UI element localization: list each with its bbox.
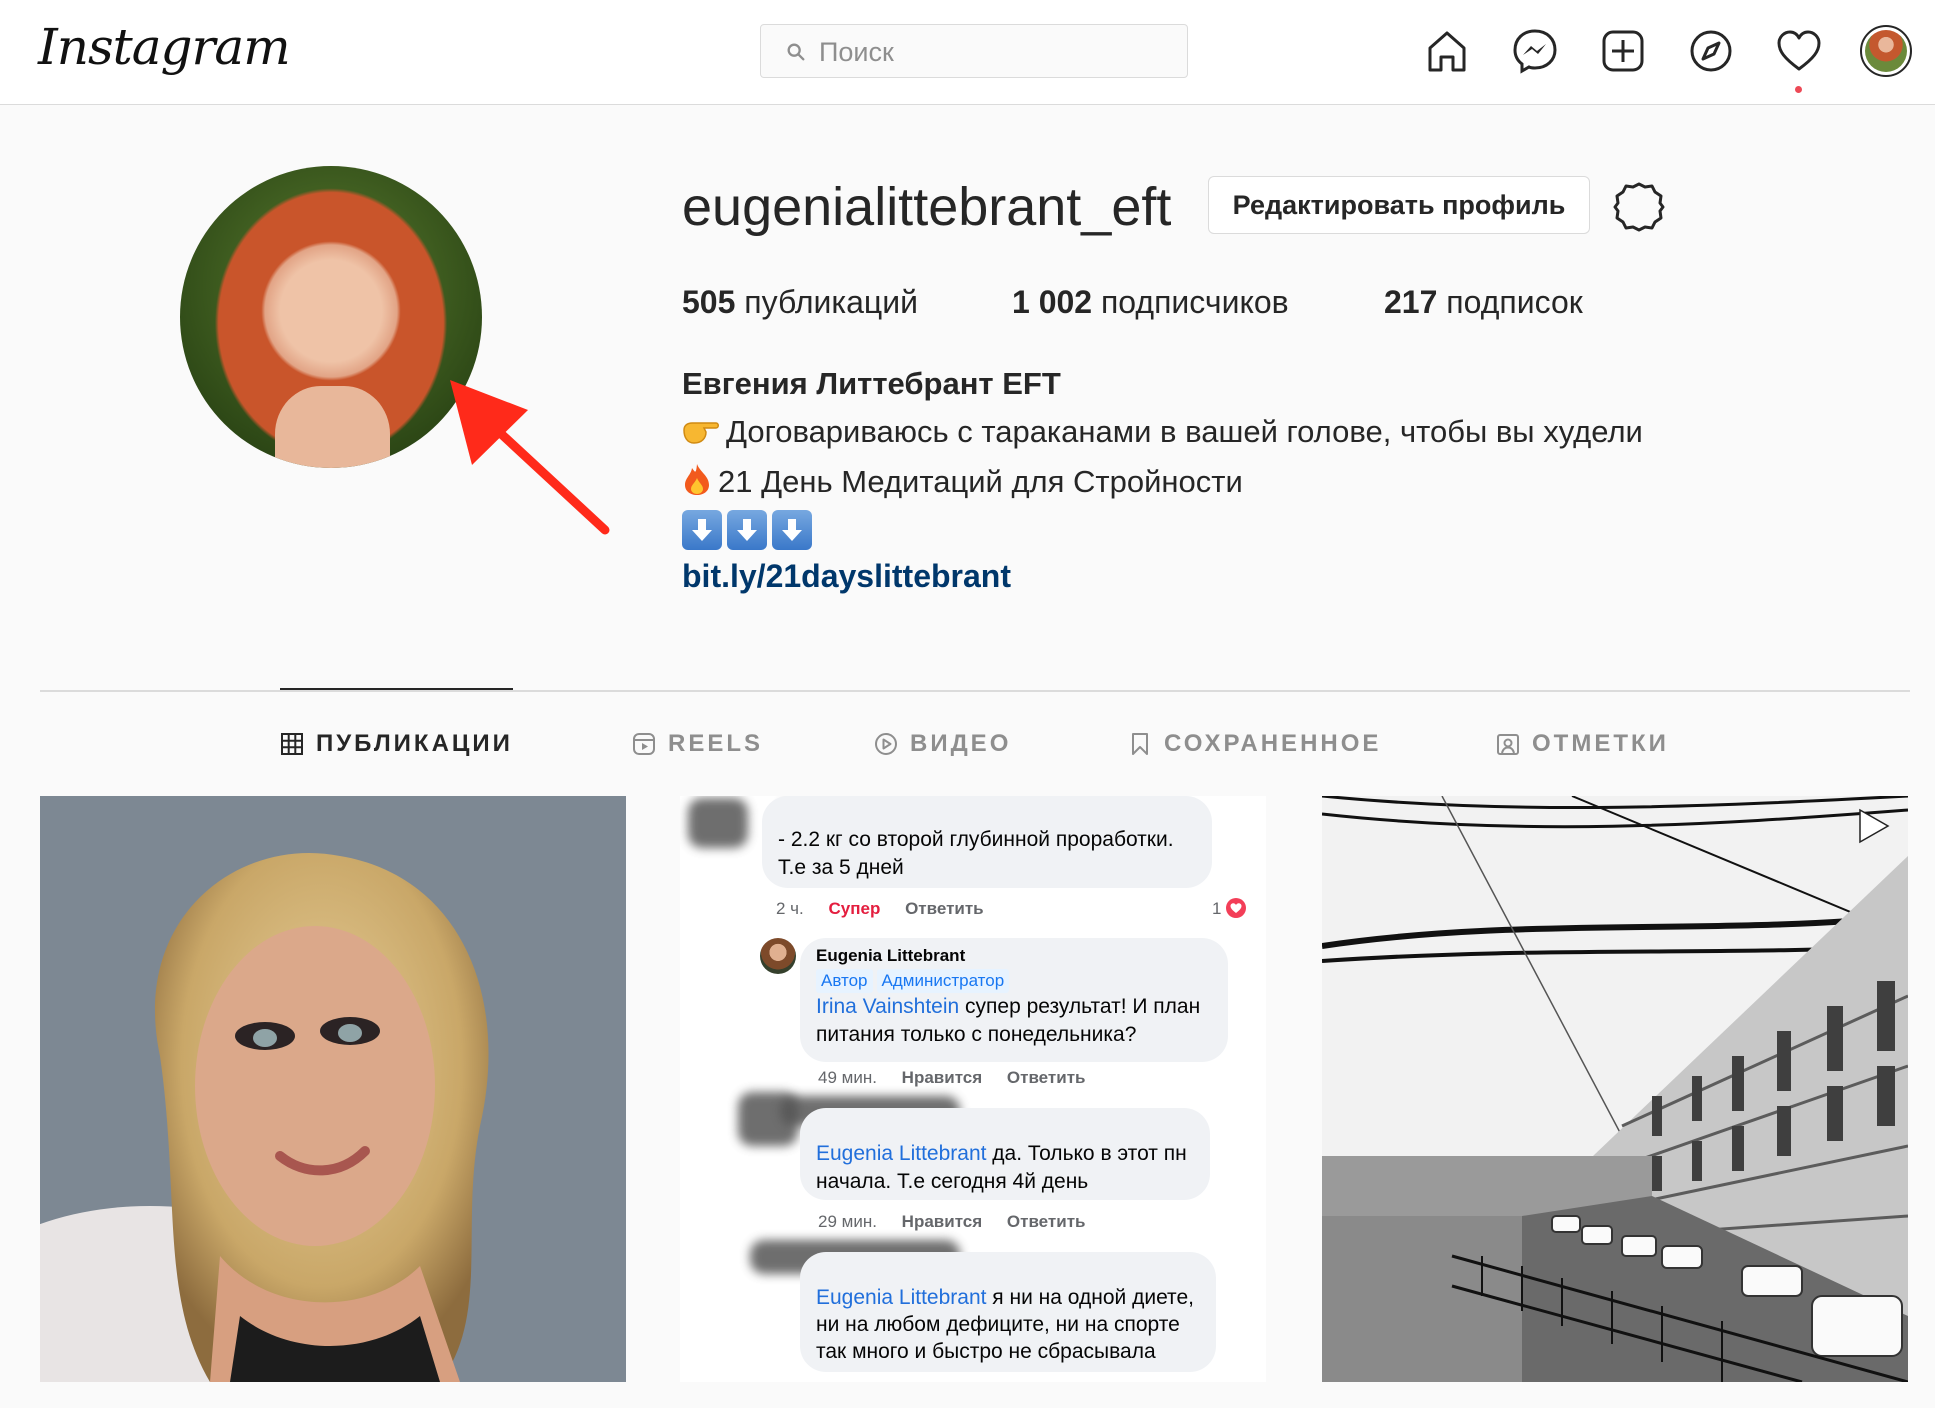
comment-2-time: 49 мин. [818, 1068, 877, 1087]
bio-text-2: 21 День Медитаций для Стройности [718, 464, 1243, 499]
tab-label: REELS [668, 730, 764, 757]
portrait-photo [40, 796, 626, 1382]
post-thumbnail-3[interactable] [1322, 796, 1908, 1382]
activity-heart-icon[interactable] [1774, 26, 1824, 76]
comment-3-time: 29 мин. [818, 1212, 877, 1231]
followers-stat[interactable]: 1 002 подписчиков [1012, 284, 1289, 321]
notification-dot [1795, 86, 1802, 93]
tab-label: ПУБЛИКАЦИИ [316, 730, 513, 757]
comment-2-like[interactable]: Нравится [902, 1068, 983, 1087]
followers-count: 1 002 [1012, 284, 1093, 320]
comment-4-mention[interactable]: Eugenia Littebrant [816, 1286, 986, 1309]
new-post-icon[interactable] [1598, 26, 1648, 76]
messenger-icon[interactable] [1510, 26, 1560, 76]
tab-tagged[interactable]: ОТМЕТКИ [1496, 726, 1669, 762]
following-stat[interactable]: 217 подписок [1384, 284, 1583, 321]
search-box[interactable] [760, 24, 1188, 78]
following-count: 217 [1384, 284, 1438, 320]
grid-icon [281, 733, 303, 755]
comment-2-reply[interactable]: Ответить [1007, 1068, 1086, 1087]
down-arrow-icon [682, 510, 722, 550]
comment-3-reply[interactable]: Ответить [1007, 1212, 1086, 1231]
comment-3-like[interactable]: Нравится [902, 1212, 983, 1231]
comment-3: Eugenia Littebrant да. Только в этот пн … [800, 1108, 1210, 1200]
profile-avatar-nav[interactable] [1860, 25, 1912, 77]
tab-label: ВИДЕО [910, 730, 1012, 757]
bio-text-1: Договариваюсь с тараканами в вашей голов… [726, 414, 1643, 449]
tab-saved[interactable]: СОХРАНЕННОЕ [1128, 726, 1381, 762]
admin-badge: Администратор [876, 969, 1010, 993]
comment-1: - 2.2 кг со второй глубинной проработки.… [762, 796, 1212, 888]
comment-1-likes: 1 [1212, 897, 1247, 919]
tab-label: ОТМЕТКИ [1532, 730, 1669, 757]
post-thumbnail-1[interactable] [40, 796, 626, 1382]
bio-line-2: 21 День Медитаций для Стройности [682, 462, 1243, 500]
posts-label: публикаций [744, 284, 918, 320]
comment-3-mention[interactable]: Eugenia Littebrant [816, 1142, 986, 1165]
tab-reels[interactable]: REELS [632, 726, 763, 762]
street-photo [1322, 796, 1908, 1382]
comment-4: Eugenia Littebrant я ни на одной диете, … [800, 1252, 1216, 1372]
comment-1-reaction[interactable]: Супер [829, 899, 881, 918]
reels-icon [633, 733, 655, 755]
active-tab-indicator [280, 688, 513, 690]
tagged-icon [1497, 734, 1519, 755]
comment-2-meta: 49 мин. Нравится Ответить [818, 1068, 1105, 1088]
bookmark-icon [1132, 733, 1148, 755]
search-input[interactable] [817, 33, 1171, 71]
redacted-avatar [688, 798, 748, 848]
comment-1-time: 2 ч. [776, 899, 804, 918]
tab-label: СОХРАНЕННОЕ [1164, 730, 1382, 757]
posts-count: 505 [682, 284, 736, 320]
search-icon [787, 43, 805, 61]
comment-1-text: - 2.2 кг со второй глубинной проработки.… [778, 828, 1174, 879]
followers-label: подписчиков [1100, 284, 1289, 320]
fire-icon [685, 464, 709, 495]
home-icon[interactable] [1422, 26, 1472, 76]
profile-username: eugenialittebrant_eft [682, 177, 1172, 237]
explore-icon[interactable] [1686, 26, 1736, 76]
settings-gear-icon[interactable] [1612, 180, 1666, 234]
video-icon [875, 733, 897, 755]
profile-website-link[interactable]: bit.ly/21dayslittebrant [682, 558, 1011, 595]
tab-posts[interactable]: ПУБЛИКАЦИИ [280, 726, 513, 762]
down-arrow-icon [772, 510, 812, 550]
comment-3-meta: 29 мин. Нравится Ответить [818, 1212, 1105, 1232]
comment-1-like-count: 1 [1212, 899, 1222, 918]
annotation-arrow-icon [450, 380, 610, 535]
edit-profile-button[interactable]: Редактировать профиль [1208, 176, 1590, 234]
tab-video[interactable]: ВИДЕО [874, 726, 1011, 762]
down-arrow-icon [727, 510, 767, 550]
comment-1-reply[interactable]: Ответить [905, 899, 984, 918]
comment-2: Eugenia Littebrant Автор Администратор Ir… [800, 938, 1228, 1062]
commenter-avatar [760, 938, 796, 974]
author-badge: Автор [816, 969, 873, 993]
down-arrows-emoji-row [682, 510, 817, 552]
top-navigation-bar: Instagram [0, 0, 1935, 105]
following-label: подписок [1446, 284, 1583, 320]
instagram-logo[interactable]: Instagram [38, 18, 291, 76]
love-reaction-icon [1226, 898, 1247, 918]
profile-full-name: Евгения Литтебрант EFT [682, 366, 1061, 401]
comment-1-meta: 2 ч. Супер Ответить [776, 899, 1004, 919]
pointing-hand-icon [683, 422, 719, 444]
bio-line-1: Договариваюсь с тараканами в вашей голов… [682, 414, 1643, 450]
post-thumbnail-2[interactable]: - 2.2 кг со второй глубинной проработки.… [680, 796, 1266, 1382]
comment-2-mention[interactable]: Irina Vainshtein [816, 995, 959, 1018]
tabs-divider [40, 690, 1910, 692]
posts-stat: 505 публикаций [682, 284, 918, 321]
comment-2-author[interactable]: Eugenia Littebrant [816, 944, 1212, 968]
